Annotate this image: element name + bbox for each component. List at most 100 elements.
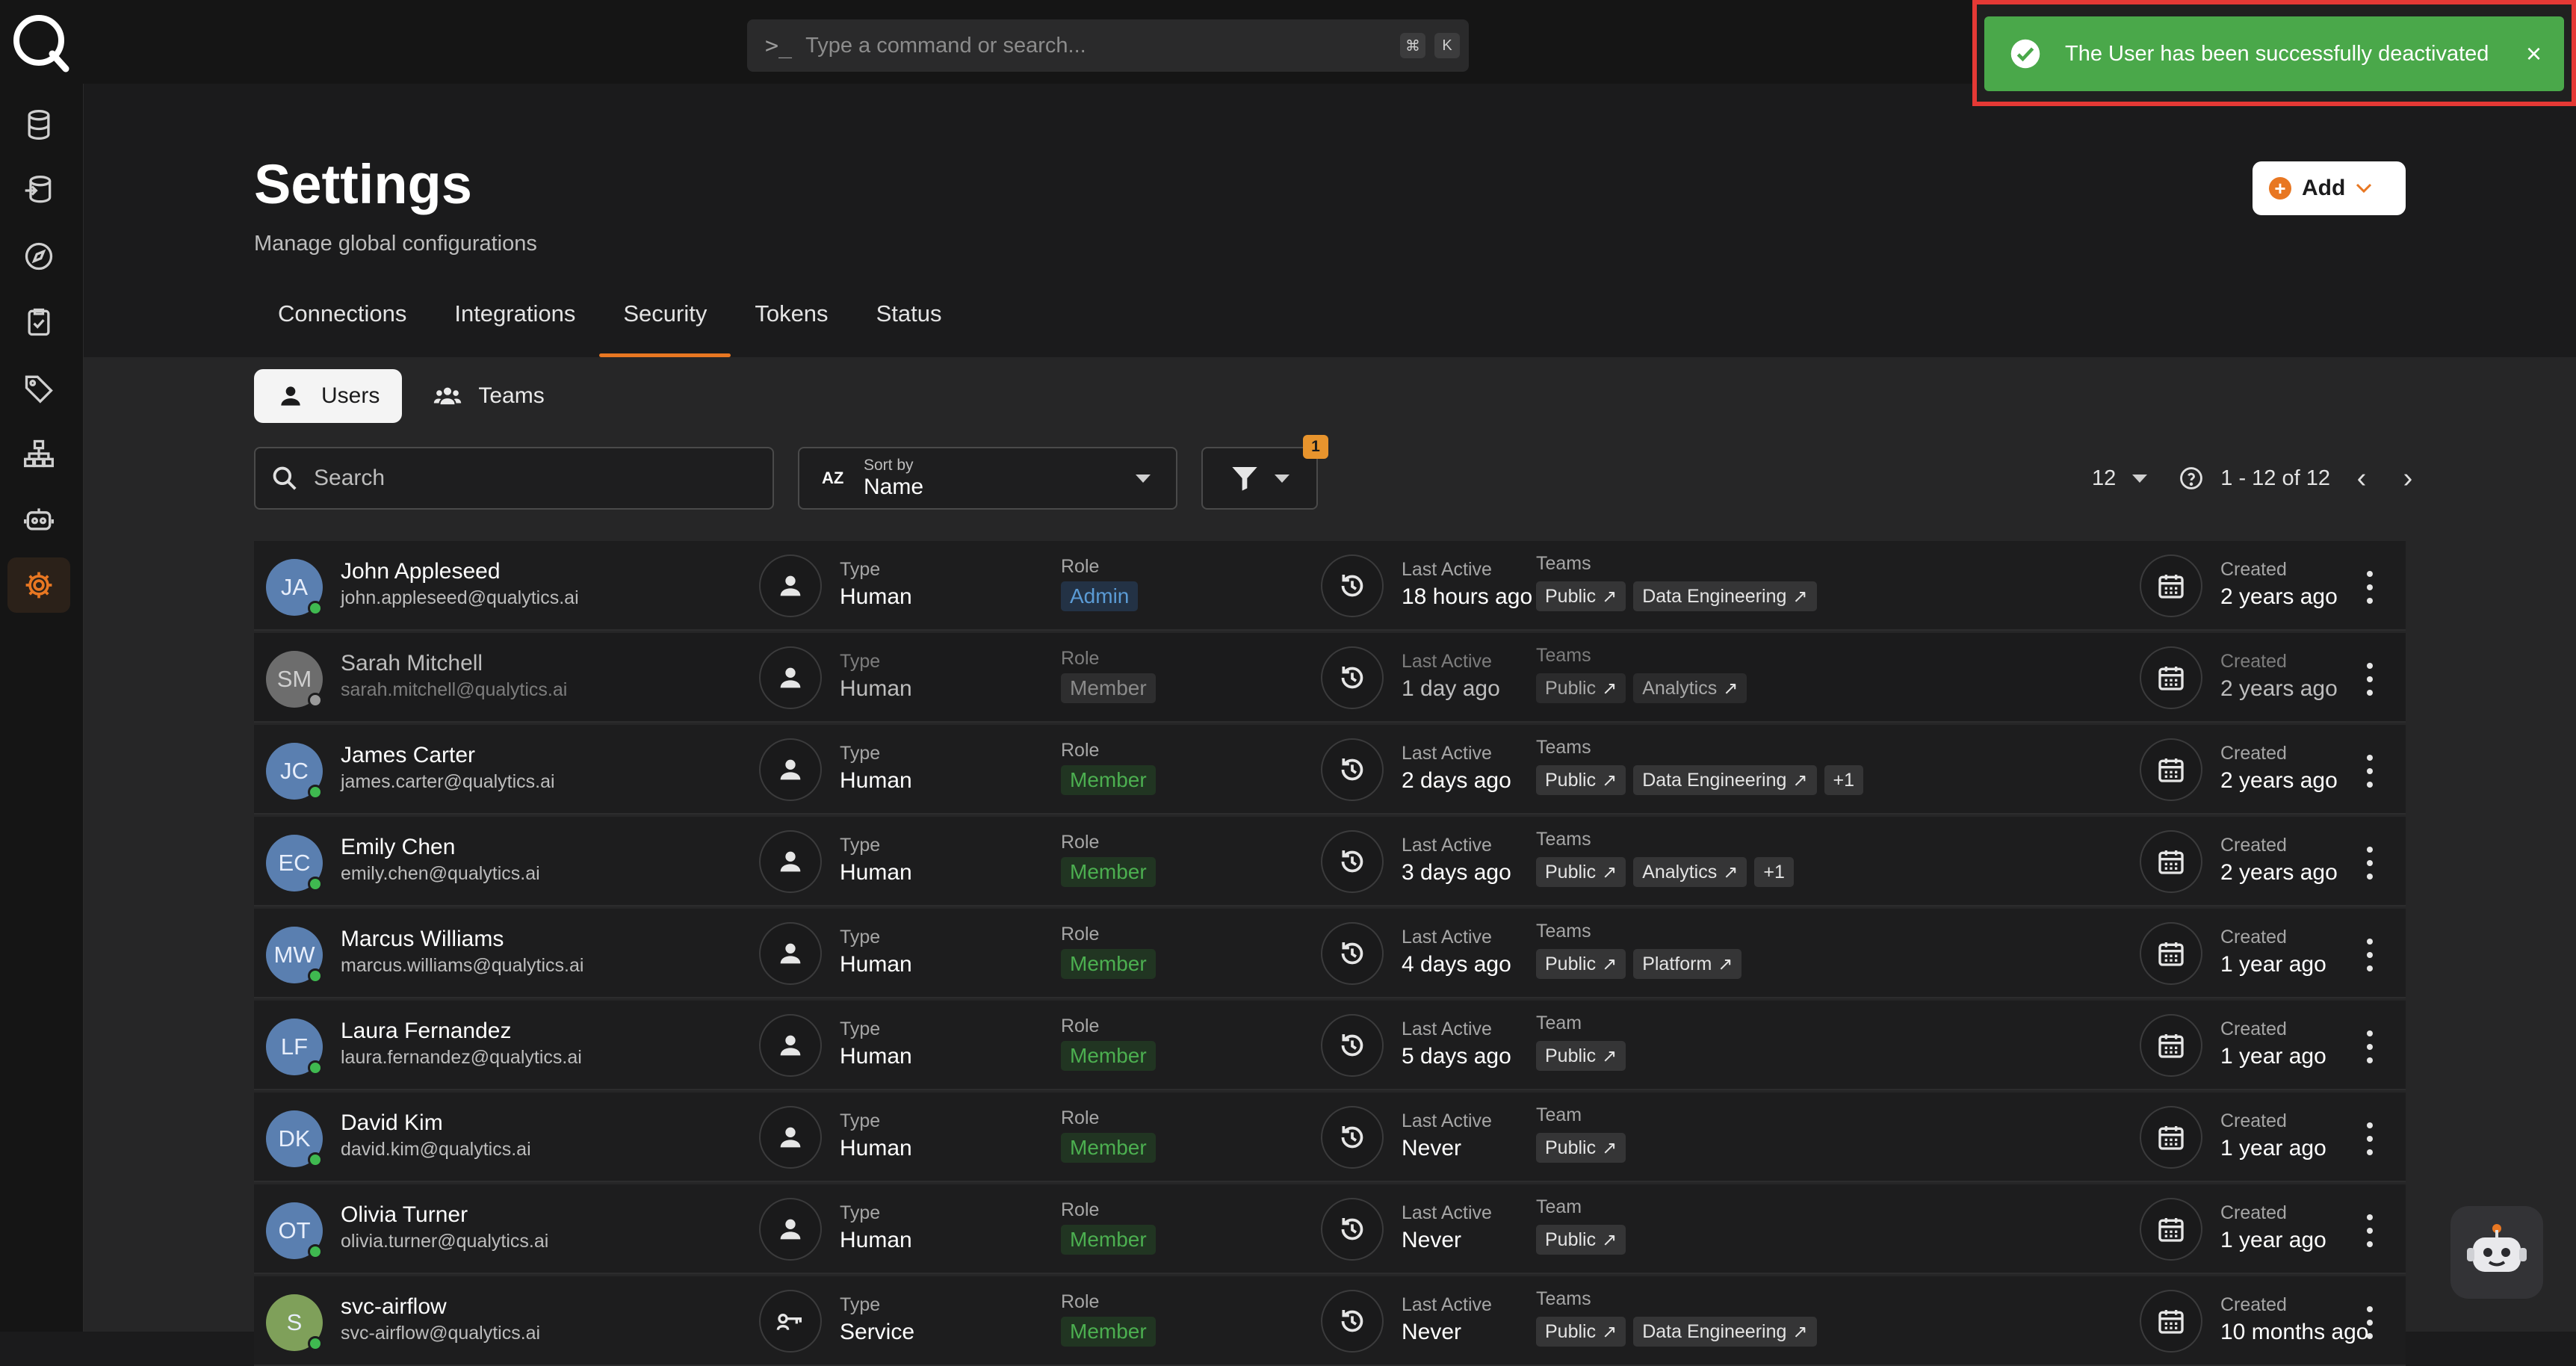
subtab-teams[interactable]: Teams — [411, 369, 566, 423]
sidebar-item-settings[interactable] — [7, 557, 70, 613]
more-vert-icon[interactable] — [2362, 1306, 2377, 1339]
per-page-caret-icon[interactable] — [2132, 474, 2148, 483]
more-vert-icon[interactable] — [2362, 755, 2377, 788]
more-vert-icon[interactable] — [2362, 571, 2377, 604]
team-chip[interactable]: Data Engineering ↗ — [1633, 581, 1817, 611]
role-badge: Member — [1061, 765, 1156, 795]
table-row[interactable]: MW Marcus Williams marcus.williams@qualy… — [254, 909, 2406, 998]
avatar: LF — [266, 1019, 323, 1075]
last-active-label: Last Active — [1402, 927, 1492, 948]
sort-select[interactable]: AZ Sort by Name — [798, 447, 1177, 510]
avatar-initials: OT — [278, 1217, 311, 1243]
sidebar-item-explore[interactable] — [7, 229, 70, 284]
more-vert-icon[interactable] — [2362, 1122, 2377, 1155]
created-label: Created — [2220, 743, 2287, 764]
tag-icon — [25, 375, 53, 404]
add-button[interactable]: + Add — [2253, 161, 2406, 215]
team-chip[interactable]: Data Engineering ↗ — [1633, 765, 1817, 795]
team-chip[interactable]: Public ↗ — [1536, 1041, 1626, 1071]
assistant-bot-button[interactable] — [2450, 1206, 2543, 1299]
external-link-icon: ↗ — [1602, 586, 1617, 607]
more-vert-icon[interactable] — [2362, 1214, 2377, 1247]
team-chip[interactable]: Public ↗ — [1536, 581, 1626, 611]
sidebar-item-datastores[interactable] — [7, 97, 70, 152]
tab-status[interactable]: Status — [852, 300, 966, 357]
user-email: marcus.williams@qualytics.ai — [341, 955, 584, 976]
role-label: Role — [1061, 1199, 1100, 1220]
chevron-down-icon — [2356, 183, 2372, 194]
chevron-left-icon[interactable]: ‹ — [2347, 463, 2377, 495]
tab-tokens[interactable]: Tokens — [731, 300, 852, 357]
user-name: Sarah Mitchell — [341, 651, 483, 676]
close-icon[interactable]: × — [2526, 38, 2542, 69]
more-vert-icon[interactable] — [2362, 663, 2377, 696]
team-chip[interactable]: Analytics ↗ — [1633, 857, 1747, 887]
type-value: Service — [840, 1320, 915, 1344]
created-value: 1 year ago — [2220, 1044, 2326, 1069]
more-teams-chip[interactable]: +1 — [1824, 765, 1864, 795]
team-chip[interactable]: Public ↗ — [1536, 1317, 1626, 1347]
qualytics-logo-icon[interactable] — [9, 10, 72, 73]
sidebar — [0, 84, 84, 1332]
search-input[interactable] — [312, 465, 731, 492]
sidebar-item-enrichment[interactable] — [7, 163, 70, 218]
table-row[interactable]: OT Olivia Turner olivia.turner@qualytics… — [254, 1184, 2406, 1274]
history-icon — [1341, 1034, 1363, 1057]
history-icon — [1341, 942, 1363, 965]
type-label: Type — [840, 1110, 881, 1131]
team-chip[interactable]: Public ↗ — [1536, 765, 1626, 795]
group-icon — [434, 387, 462, 405]
calendar-icon — [2158, 1310, 2184, 1334]
sidebar-item-flows[interactable] — [7, 426, 70, 481]
add-button-label: Add — [2302, 176, 2346, 200]
table-row[interactable]: EC Emily Chen emily.chen@qualytics.ai Ty… — [254, 817, 2406, 906]
team-chip[interactable]: Public ↗ — [1536, 673, 1626, 703]
team-chip[interactable]: Analytics ↗ — [1633, 673, 1747, 703]
tab-connections[interactable]: Connections — [254, 300, 430, 357]
team-chip[interactable]: Public ↗ — [1536, 949, 1626, 979]
table-row[interactable]: DK David Kim david.kim@qualytics.ai Type… — [254, 1093, 2406, 1182]
table-row[interactable]: JA John Appleseed john.appleseed@qualyti… — [254, 541, 2406, 631]
sidebar-item-tags[interactable] — [7, 360, 70, 415]
pagination: 12 1 - 12 of 12 ‹ › — [2092, 450, 2423, 507]
subtab-users[interactable]: Users — [254, 369, 403, 423]
sidebar-item-agents[interactable] — [7, 492, 70, 547]
last-active-value: Never — [1402, 1136, 1462, 1161]
team-chip[interactable]: Public ↗ — [1536, 1133, 1626, 1163]
help-icon[interactable] — [2179, 466, 2204, 491]
more-vert-icon[interactable] — [2362, 847, 2377, 880]
more-teams-chip[interactable]: +1 — [1754, 857, 1794, 887]
table-row[interactable]: SM Sarah Mitchell sarah.mitchell@qualyti… — [254, 633, 2406, 723]
team-chip[interactable]: Public ↗ — [1536, 1225, 1626, 1255]
tab-integrations[interactable]: Integrations — [430, 300, 599, 357]
user-email: john.appleseed@qualytics.ai — [341, 587, 579, 608]
settings-header: Settings Manage global configurations + … — [84, 84, 2576, 357]
filter-button[interactable] — [1201, 447, 1318, 510]
role-label: Role — [1061, 1016, 1100, 1036]
table-row[interactable]: S svc-airflow svc-airflow@qualytics.ai T… — [254, 1276, 2406, 1366]
chevron-right-icon[interactable]: › — [2393, 463, 2423, 495]
person-icon — [780, 759, 801, 780]
tab-security[interactable]: Security — [599, 300, 731, 357]
team-chip[interactable]: Public ↗ — [1536, 857, 1626, 887]
person-icon — [780, 1127, 801, 1148]
per-page-select[interactable]: 12 — [2092, 466, 2116, 491]
table-row[interactable]: JC James Carter james.carter@qualytics.a… — [254, 725, 2406, 815]
sidebar-item-checks[interactable] — [7, 294, 70, 350]
more-vert-icon[interactable] — [2362, 1030, 2377, 1063]
more-vert-icon[interactable] — [2362, 939, 2377, 971]
history-icon — [1341, 1126, 1363, 1149]
team-chip[interactable]: Data Engineering ↗ — [1633, 1317, 1817, 1347]
command-search-bar[interactable]: >_ Type a command or search... ⌘ K — [747, 19, 1469, 72]
team-chip[interactable]: Platform ↗ — [1633, 949, 1742, 979]
avatar: JC — [266, 743, 323, 800]
type-value: Human — [840, 860, 912, 885]
datastore-icon — [25, 176, 52, 203]
team-chip-label: Public — [1545, 1229, 1597, 1250]
role-badge: Member — [1061, 673, 1156, 703]
role-label: Role — [1061, 648, 1100, 669]
teams-list: Public ↗ Data Engineering ↗ — [1536, 1317, 1817, 1347]
last-active-value: 4 days ago — [1402, 952, 1511, 977]
table-row[interactable]: LF Laura Fernandez laura.fernandez@qualy… — [254, 1001, 2406, 1090]
avatar-initials: LF — [280, 1033, 309, 1060]
